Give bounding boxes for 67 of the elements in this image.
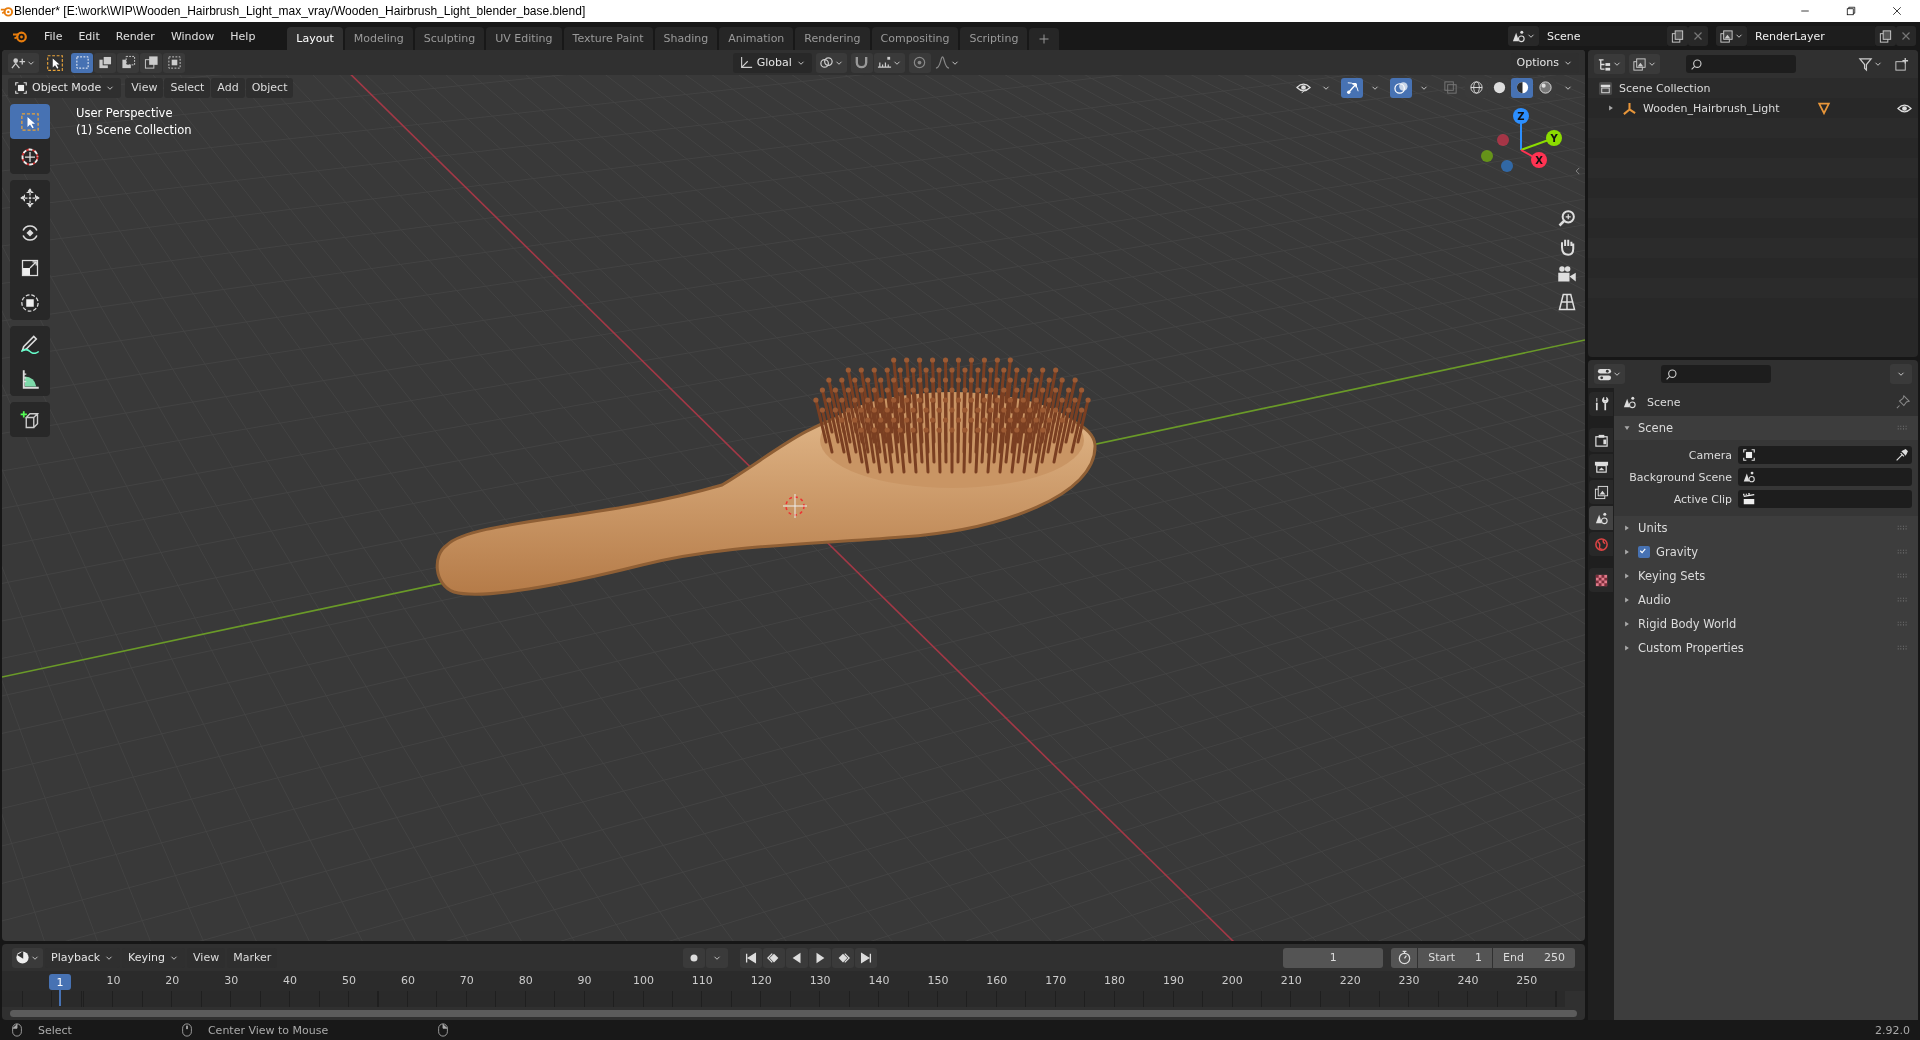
playhead[interactable]: 1 <box>49 974 71 990</box>
end-frame-field[interactable]: End 250 <box>1493 947 1575 968</box>
menu-item[interactable]: File <box>36 25 71 47</box>
workspace-tab[interactable]: Rendering <box>795 27 870 50</box>
frame-number: 80 <box>517 973 534 989</box>
field-label: Active Clip <box>1672 492 1732 506</box>
frame-number: 150 <box>926 973 950 989</box>
orientation-dropdown[interactable]: Global <box>732 52 812 73</box>
scene-name-field[interactable]: Scene <box>1539 26 1667 46</box>
viewport-info-text: User Perspective <box>76 106 174 120</box>
context-label: Scene <box>1647 395 1682 409</box>
menu-item[interactable]: Help <box>222 25 264 47</box>
frame-number: 140 <box>867 973 891 989</box>
axis-handle[interactable]: Z <box>1513 108 1529 124</box>
viewport-menu[interactable]: Select <box>164 77 211 98</box>
workspace-tab[interactable]: Modeling <box>344 27 413 50</box>
workspace-tab[interactable]: Shading <box>654 27 718 50</box>
workspace-tab[interactable]: Scripting <box>960 27 1028 50</box>
frame-number: 230 <box>1397 973 1421 989</box>
mode-dropdown[interactable]: Object Mode <box>8 77 122 98</box>
frame-number: 90 <box>576 973 593 989</box>
frame-number: 70 <box>458 973 475 989</box>
viewport-info-text: (1) Scene Collection <box>76 123 192 137</box>
workspace-tab[interactable]: Animation <box>719 27 794 50</box>
frame-number: 220 <box>1338 973 1362 989</box>
workspace-tab[interactable]: Texture Paint <box>563 27 653 50</box>
status-hint: Select <box>38 1023 72 1037</box>
frame-number: 10 <box>105 973 122 989</box>
frame-number: 240 <box>1456 973 1480 989</box>
frame-number: 190 <box>1161 973 1185 989</box>
frame-number: 40 <box>282 973 299 989</box>
frame-number: 180 <box>1103 973 1127 989</box>
workspace-tab[interactable]: UV Editing <box>486 27 562 50</box>
workspace-tab[interactable]: Compositing <box>871 27 959 50</box>
frame-number: 30 <box>223 973 240 989</box>
window-title: Blender* [E:\work\WIP\Wooden_Hairbrush_Light_max_vray/Wooden_Hairbrush_Light_blender_base.blend] <box>14 4 587 18</box>
menu-item[interactable]: Render <box>107 25 163 47</box>
outliner-item[interactable]: Scene Collection <box>1619 81 1711 95</box>
field-label: Camera <box>1687 448 1732 462</box>
workspace-tab[interactable]: Layout <box>287 27 343 50</box>
frame-number: 210 <box>1279 973 1303 989</box>
axis-handle[interactable]: X <box>1531 152 1547 168</box>
frame-number: 130 <box>808 973 832 989</box>
field-label: Background Scene <box>1628 470 1732 484</box>
frame-number: 50 <box>341 973 357 989</box>
viewport-menu[interactable]: View <box>125 77 164 98</box>
axis-handle[interactable]: Y <box>1546 130 1562 146</box>
viewport-menu[interactable]: Add <box>211 77 245 98</box>
frame-number: 110 <box>690 973 714 989</box>
frame-number: 160 <box>985 973 1009 989</box>
start-frame-field[interactable]: Start 1 <box>1418 947 1493 968</box>
frame-number: 20 <box>164 973 181 989</box>
status-hint: Center View to Mouse <box>207 1023 329 1037</box>
frame-number: 250 <box>1515 973 1539 989</box>
viewport-menu[interactable]: Object <box>245 77 294 98</box>
menu-item[interactable]: Edit <box>70 25 108 47</box>
frame-number: 200 <box>1220 973 1244 989</box>
frame-number: 100 <box>631 973 655 989</box>
workspace-tab[interactable]: Sculpting <box>414 27 485 50</box>
outliner-item[interactable]: Wooden_Hairbrush_Light <box>1643 101 1811 115</box>
menu-item[interactable]: Window <box>162 25 223 47</box>
view-layer-name-field[interactable]: RenderLayer <box>1747 26 1875 46</box>
frame-number: 120 <box>749 973 773 989</box>
version-label: 2.92.0 <box>1875 1023 1910 1037</box>
frame-number: 170 <box>1044 973 1068 989</box>
frame-number: 60 <box>399 973 416 989</box>
current-frame-field[interactable]: 1 <box>1283 947 1384 968</box>
